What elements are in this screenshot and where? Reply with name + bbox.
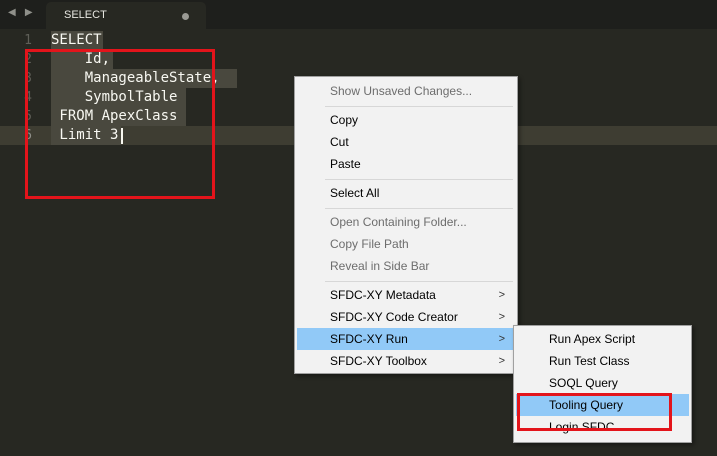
submenu-item-label: Run Apex Script bbox=[549, 332, 636, 346]
submenu-item-run-apex[interactable]: Run Apex Script bbox=[516, 328, 689, 350]
menu-item-label: Select All bbox=[330, 186, 380, 200]
tab-title: SELECT bbox=[64, 9, 107, 21]
menu-item-label: Copy bbox=[330, 113, 359, 127]
menu-item-select-all[interactable]: Select All bbox=[297, 182, 515, 204]
menu-item-open-folder[interactable]: Open Containing Folder... bbox=[297, 211, 515, 233]
submenu-item-label: SOQL Query bbox=[549, 376, 618, 390]
menu-item-label: Copy File Path bbox=[330, 237, 409, 251]
line-number: 1 bbox=[24, 33, 32, 48]
submenu-arrow-icon: > bbox=[498, 355, 505, 367]
menu-item-cut[interactable]: Cut bbox=[297, 131, 515, 153]
menu-item-label: SFDC-XY Run bbox=[330, 332, 408, 346]
menu-separator bbox=[325, 179, 513, 180]
submenu-arrow-icon: > bbox=[498, 333, 505, 345]
unsaved-dot-icon[interactable] bbox=[182, 13, 189, 20]
tooling-query-highlight-annotation bbox=[517, 393, 672, 431]
menu-item-show-unsaved[interactable]: Show Unsaved Changes... bbox=[297, 80, 515, 102]
menu-separator bbox=[325, 208, 513, 209]
menu-item-sfdc-metadata[interactable]: SFDC-XY Metadata > bbox=[297, 284, 515, 306]
menu-item-label: SFDC-XY Toolbox bbox=[330, 354, 427, 368]
tab-select[interactable]: SELECT bbox=[46, 2, 206, 29]
submenu-item-label: Run Test Class bbox=[549, 354, 630, 368]
code-highlight-annotation bbox=[25, 49, 215, 199]
menu-item-label: Show Unsaved Changes... bbox=[330, 84, 473, 98]
menu-item-label: Open Containing Folder... bbox=[330, 215, 467, 229]
menu-item-paste[interactable]: Paste bbox=[297, 153, 515, 175]
submenu-item-run-test[interactable]: Run Test Class bbox=[516, 350, 689, 372]
menu-item-reveal[interactable]: Reveal in Side Bar bbox=[297, 255, 515, 277]
menu-item-label: SFDC-XY Metadata bbox=[330, 288, 436, 302]
submenu-item-soql-query[interactable]: SOQL Query bbox=[516, 372, 689, 394]
context-menu: Show Unsaved Changes... Copy Cut Paste S… bbox=[294, 76, 518, 374]
submenu-arrow-icon: > bbox=[498, 289, 505, 301]
menu-item-copy[interactable]: Copy bbox=[297, 109, 515, 131]
menu-item-label: Paste bbox=[330, 157, 361, 171]
submenu-arrow-icon: > bbox=[498, 311, 505, 323]
menu-item-sfdc-toolbox[interactable]: SFDC-XY Toolbox > bbox=[297, 350, 515, 372]
menu-separator bbox=[325, 281, 513, 282]
menu-item-copy-path[interactable]: Copy File Path bbox=[297, 233, 515, 255]
menu-item-label: SFDC-XY Code Creator bbox=[330, 310, 458, 324]
menu-separator bbox=[325, 106, 513, 107]
menu-item-sfdc-code-creator[interactable]: SFDC-XY Code Creator > bbox=[297, 306, 515, 328]
tab-bar: ◀ ▶ SELECT bbox=[0, 0, 717, 29]
menu-item-label: Cut bbox=[330, 135, 349, 149]
code-line[interactable]: SELECT bbox=[51, 31, 102, 50]
menu-item-sfdc-run[interactable]: SFDC-XY Run > bbox=[297, 328, 515, 350]
tab-nav-arrows-icon[interactable]: ◀ ▶ bbox=[8, 7, 36, 18]
menu-item-label: Reveal in Side Bar bbox=[330, 259, 430, 273]
